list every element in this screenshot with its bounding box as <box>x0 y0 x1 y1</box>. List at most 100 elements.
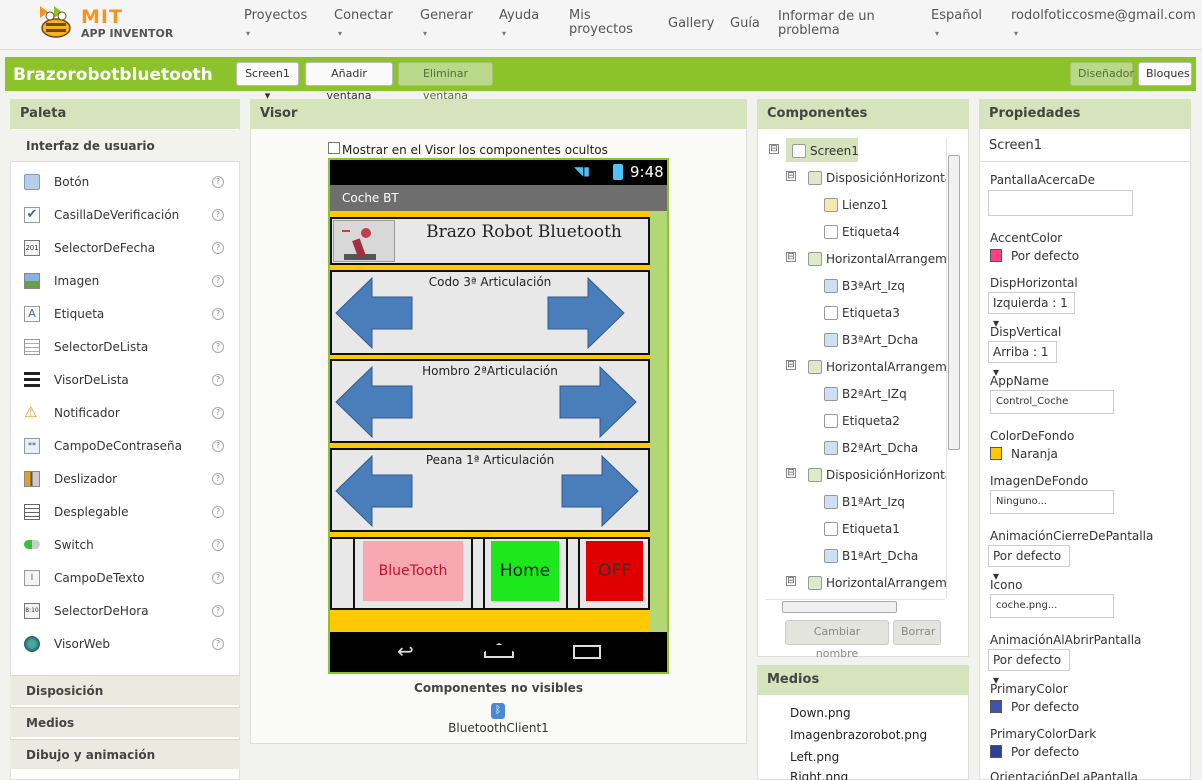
nav-conectar[interactable]: Conectar ▾ <box>334 9 393 39</box>
help-icon: ? <box>212 407 224 419</box>
show-hidden-label: Mostrar en el Visor los componentes ocul… <box>342 143 608 157</box>
image-icon <box>24 273 40 289</box>
bluetooth-button[interactable]: BlueTooth <box>363 541 463 601</box>
collapse-icon[interactable]: ⊟ <box>786 252 796 262</box>
label-icon <box>824 225 838 239</box>
prop-appname-input[interactable]: Control_Coche <box>990 390 1114 414</box>
canvas-icon <box>824 198 838 212</box>
help-icon: ? <box>212 440 224 452</box>
remove-screen-button[interactable]: Eliminar ventana <box>398 62 493 102</box>
warning-icon: ⚠ <box>24 403 38 421</box>
collapse-icon[interactable]: ⊟ <box>769 144 779 154</box>
add-screen-button[interactable]: Añadir ventana <box>305 62 393 102</box>
button-icon <box>824 279 838 293</box>
prop-halign-select[interactable]: Izquierda : 1 ▾ <box>988 292 1075 330</box>
accent-color-swatch[interactable] <box>990 249 1002 262</box>
prop-valign-label: DispVertical <box>990 325 1062 339</box>
arrangement-icon <box>808 252 822 266</box>
nav-account[interactable]: rodolfoticcosme@gmail.com ▾ <box>1011 9 1196 39</box>
button-icon <box>824 387 838 401</box>
prop-primary-value[interactable]: Por defecto <box>1011 700 1079 714</box>
media-file[interactable]: Left.png <box>790 750 839 764</box>
prop-accent-value[interactable]: Por defecto <box>1011 249 1079 263</box>
nav-language[interactable]: Español ▾ <box>931 9 982 39</box>
nav-gallery[interactable]: Gallery <box>668 17 714 31</box>
textbox-icon: I <box>24 570 40 586</box>
prop-primarydark-value[interactable]: Por defecto <box>1011 745 1079 759</box>
arrangement-icon <box>808 360 822 374</box>
button-icon <box>824 495 838 509</box>
help-icon: ? <box>212 341 224 353</box>
bluetooth-icon[interactable]: ᛒ <box>491 703 505 719</box>
palette-category-ui[interactable]: Interfaz de usuario <box>10 130 240 162</box>
tree-scroll-thumb[interactable] <box>948 155 960 450</box>
primary-color-swatch[interactable] <box>990 700 1002 713</box>
codo-left-arrow-button[interactable] <box>334 273 414 353</box>
prop-appname-label: AppName <box>990 374 1049 388</box>
datepicker-icon: 201 <box>24 240 40 256</box>
help-icon: ? <box>212 638 224 650</box>
prop-closeanim-label: AnimaciónCierreDePantalla <box>990 529 1154 543</box>
peana-left-arrow-button[interactable] <box>334 451 414 531</box>
spinner-icon <box>24 504 40 520</box>
bluetooth-client-label[interactable]: BluetoothClient1 <box>250 721 747 735</box>
media-file[interactable]: Down.png <box>790 706 851 720</box>
properties-title: Propiedades <box>979 99 1191 129</box>
nav-generar[interactable]: Generar ▾ <box>420 9 473 39</box>
palette-section-media[interactable]: Medios <box>10 707 240 737</box>
chevron-down-icon: ▾ <box>1014 29 1019 38</box>
media-file[interactable]: Imagenbrazorobot.png <box>790 728 927 742</box>
home-button[interactable]: Home <box>491 541 559 601</box>
prop-openanim-select[interactable]: Por defecto ▾ <box>988 649 1070 687</box>
collapse-icon[interactable]: ⊟ <box>786 171 796 181</box>
off-button[interactable]: OFF <box>586 541 643 601</box>
collapse-icon[interactable]: ⊟ <box>786 468 796 478</box>
prop-bgimage-input[interactable]: Ninguno... <box>990 490 1114 514</box>
prop-icon-input[interactable]: coche.png... <box>990 594 1114 618</box>
prop-bg-label: ColorDeFondo <box>990 429 1075 443</box>
nav-guia[interactable]: Guía <box>730 17 760 31</box>
prop-accent-label: AccentColor <box>990 231 1063 245</box>
app-inventor-logo-icon[interactable] <box>34 4 78 40</box>
nav-mis-proyectos[interactable]: Mis proyectos <box>569 9 639 37</box>
slider-icon <box>24 471 40 487</box>
logo-subtext: APP INVENTOR <box>81 27 174 40</box>
nav-proyectos[interactable]: Proyectos ▾ <box>244 9 307 39</box>
primarydark-color-swatch[interactable] <box>990 745 1002 758</box>
viewer-title: Visor <box>250 99 747 129</box>
prop-valign-select[interactable]: Arriba : 1 ▾ <box>988 341 1057 379</box>
phone-scroll-strip <box>650 211 667 632</box>
back-icon: ↩ <box>397 639 414 663</box>
blocks-button[interactable]: Bloques <box>1138 62 1192 86</box>
prop-about-textarea[interactable] <box>988 190 1133 216</box>
hombro-right-arrow-button[interactable] <box>558 362 638 442</box>
hombro-left-arrow-button[interactable] <box>334 362 414 442</box>
button-icon <box>824 549 838 563</box>
prop-closeanim-select[interactable]: Por defecto ▾ <box>988 545 1070 583</box>
palette-section-layout[interactable]: Disposición <box>10 675 240 705</box>
collapse-icon[interactable]: ⊟ <box>786 576 796 586</box>
delete-button[interactable]: Borrar <box>893 620 941 645</box>
bg-color-swatch[interactable] <box>990 447 1002 460</box>
button-icon <box>824 333 838 347</box>
prop-openanim-label: AnimaciónAlAbrirPantalla <box>990 633 1142 647</box>
screen-select[interactable]: Screen1 ▾ <box>236 62 299 102</box>
timepicker-icon: 8:10 <box>24 603 40 619</box>
tree-hscroll-thumb[interactable] <box>782 601 897 613</box>
nav-ayuda[interactable]: Ayuda ▾ <box>499 9 539 39</box>
codo-right-arrow-button[interactable] <box>546 273 626 353</box>
password-icon: ** <box>24 438 40 454</box>
designer-button[interactable]: Diseñador <box>1070 62 1134 86</box>
peana-right-arrow-button[interactable] <box>560 451 640 531</box>
nav-report-problem[interactable]: Informar de un problema <box>778 10 878 38</box>
show-hidden-checkbox[interactable] <box>328 142 340 154</box>
help-icon: ? <box>212 242 224 254</box>
media-file[interactable]: Right.png <box>790 770 848 780</box>
prop-bg-value[interactable]: Naranja <box>1011 447 1058 461</box>
chevron-down-icon: ▾ <box>935 29 940 38</box>
rename-button[interactable]: Cambiar nombre <box>785 620 889 660</box>
wifi-signal-icon: ◥▮ <box>574 164 590 178</box>
status-time: 9:48 <box>630 163 664 181</box>
collapse-icon[interactable]: ⊟ <box>786 360 796 370</box>
palette-section-drawing[interactable]: Dibujo y animación <box>10 739 240 769</box>
